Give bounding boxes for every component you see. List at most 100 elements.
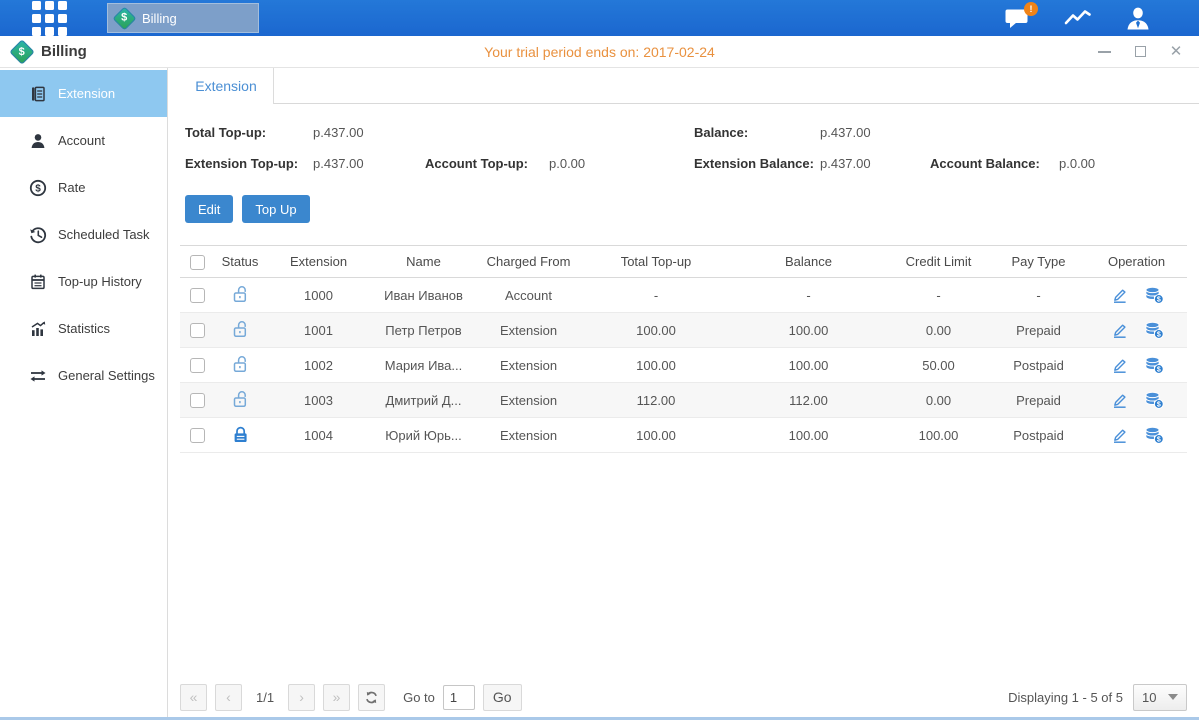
cell-extension: 1003 <box>266 383 371 418</box>
col-credit-limit: Credit Limit <box>886 246 991 278</box>
cell-credit-limit: 50.00 <box>886 348 991 383</box>
sidebar-item-account[interactable]: Account <box>0 117 167 164</box>
edit-icon[interactable] <box>1110 356 1128 374</box>
maximize-button[interactable] <box>1133 45 1147 59</box>
sidebar-item-extension[interactable]: Extension <box>0 70 167 117</box>
cell-charged-from: Extension <box>476 313 581 348</box>
table-row[interactable]: 1001Петр ПетровExtension100.00100.000.00… <box>180 313 1187 348</box>
line-chart-icon <box>1063 7 1093 29</box>
cell-name: Иван Иванов <box>371 278 476 313</box>
minimize-button[interactable] <box>1097 45 1111 59</box>
notification-badge: ! <box>1024 2 1038 16</box>
top-up-coins-icon[interactable]: $ <box>1144 356 1164 374</box>
total-topup-value: p.437.00 <box>313 125 364 140</box>
sidebar-label: Extension <box>58 86 115 101</box>
row-checkbox[interactable] <box>190 393 205 408</box>
row-checkbox[interactable] <box>190 428 205 443</box>
cell-total-topup: 100.00 <box>581 313 731 348</box>
edit-button[interactable]: Edit <box>185 195 233 223</box>
top-up-coins-icon[interactable]: $ <box>1144 426 1164 444</box>
sidebar-item-topup-history[interactable]: Top-up History <box>0 258 167 305</box>
table-row[interactable]: 1004Юрий Юрь...Extension100.00100.00100.… <box>180 418 1187 453</box>
svg-text:$: $ <box>1156 297 1160 304</box>
account-balance-value: p.0.00 <box>1059 156 1095 171</box>
sidebar-label: Top-up History <box>58 274 142 289</box>
cell-pay-type: Prepaid <box>991 383 1086 418</box>
edit-icon[interactable] <box>1110 321 1128 339</box>
cell-extension: 1001 <box>266 313 371 348</box>
table-row[interactable]: 1002Мария Ива...Extension100.00100.0050.… <box>180 348 1187 383</box>
sidebar: Extension Account $ Rate <box>0 68 168 717</box>
cell-credit-limit: 0.00 <box>886 383 991 418</box>
lock-status-icon <box>232 390 249 408</box>
cell-balance: 100.00 <box>731 313 886 348</box>
row-checkbox[interactable] <box>190 288 205 303</box>
taskbar-billing-tab[interactable]: $ Billing <box>107 3 259 33</box>
last-page-button[interactable]: » <box>323 684 350 711</box>
user-account-button[interactable] <box>1125 6 1151 31</box>
stats-icon <box>29 320 47 338</box>
cell-balance: 100.00 <box>731 348 886 383</box>
top-up-coins-icon[interactable]: $ <box>1144 286 1164 304</box>
displaying-text: Displaying 1 - 5 of 5 <box>1008 690 1123 705</box>
app-launcher-grid-icon[interactable] <box>32 1 67 36</box>
table-row[interactable]: 1003Дмитрий Д...Extension112.00112.000.0… <box>180 383 1187 418</box>
extension-balance-value: p.437.00 <box>820 156 871 171</box>
row-checkbox[interactable] <box>190 323 205 338</box>
extension-topup-value: p.437.00 <box>313 156 364 171</box>
trial-notice: Your trial period ends on: 2017-02-24 <box>0 44 1199 60</box>
sidebar-item-general-settings[interactable]: General Settings <box>0 352 167 399</box>
goto-page-input[interactable] <box>443 685 475 710</box>
cell-charged-from: Extension <box>476 418 581 453</box>
next-page-button[interactable]: › <box>288 684 315 711</box>
sidebar-item-statistics[interactable]: Statistics <box>0 305 167 352</box>
cell-balance: 100.00 <box>731 418 886 453</box>
edit-icon[interactable] <box>1110 426 1128 444</box>
refresh-button[interactable] <box>358 684 385 711</box>
prev-page-button[interactable]: ‹ <box>215 684 242 711</box>
taskbar: $ Billing ! <box>0 0 1199 36</box>
cell-credit-limit: - <box>886 278 991 313</box>
top-up-coins-icon[interactable]: $ <box>1144 321 1164 339</box>
cell-credit-limit: 0.00 <box>886 313 991 348</box>
notifications-button[interactable]: ! <box>1004 7 1031 30</box>
sidebar-item-rate[interactable]: $ Rate <box>0 164 167 211</box>
cell-credit-limit: 100.00 <box>886 418 991 453</box>
top-up-button[interactable]: Top Up <box>242 195 309 223</box>
go-button[interactable]: Go <box>483 684 522 711</box>
svg-text:$: $ <box>35 183 41 194</box>
svg-text:$: $ <box>1156 367 1160 374</box>
first-page-button[interactable]: « <box>180 684 207 711</box>
lock-status-icon <box>232 285 249 303</box>
window-titlebar: $ Billing Your trial period ends on: 201… <box>0 36 1199 68</box>
cell-balance: 112.00 <box>731 383 886 418</box>
resource-monitor-button[interactable] <box>1063 7 1093 29</box>
window-title: Billing <box>41 43 87 60</box>
cell-charged-from: Extension <box>476 348 581 383</box>
edit-icon[interactable] <box>1110 391 1128 409</box>
cell-extension: 1004 <box>266 418 371 453</box>
extensions-table: Status Extension Name Charged From Total… <box>180 245 1187 453</box>
cell-name: Петр Петров <box>371 313 476 348</box>
table-row[interactable]: 1000Иван ИвановAccount----$ <box>180 278 1187 313</box>
select-all-checkbox[interactable] <box>190 255 205 270</box>
svg-text:$: $ <box>1156 437 1160 444</box>
cell-pay-type: Prepaid <box>991 313 1086 348</box>
edit-icon[interactable] <box>1110 286 1128 304</box>
page-size-select[interactable]: 10 <box>1133 684 1187 711</box>
cell-total-topup: 112.00 <box>581 383 731 418</box>
balance-value: p.437.00 <box>820 125 871 140</box>
tab-extension[interactable]: Extension <box>179 68 274 104</box>
top-up-coins-icon[interactable]: $ <box>1144 391 1164 409</box>
col-pay-type: Pay Type <box>991 246 1086 278</box>
cell-pay-type: - <box>991 278 1086 313</box>
close-button[interactable]: ✕ <box>1169 45 1183 59</box>
col-balance: Balance <box>731 246 886 278</box>
lock-status-icon <box>232 355 249 373</box>
row-checkbox[interactable] <box>190 358 205 373</box>
tabstrip: Extension <box>168 68 1199 104</box>
svg-text:$: $ <box>1156 402 1160 409</box>
sidebar-item-scheduled-task[interactable]: Scheduled Task <box>0 211 167 258</box>
col-extension: Extension <box>266 246 371 278</box>
cell-pay-type: Postpaid <box>991 348 1086 383</box>
